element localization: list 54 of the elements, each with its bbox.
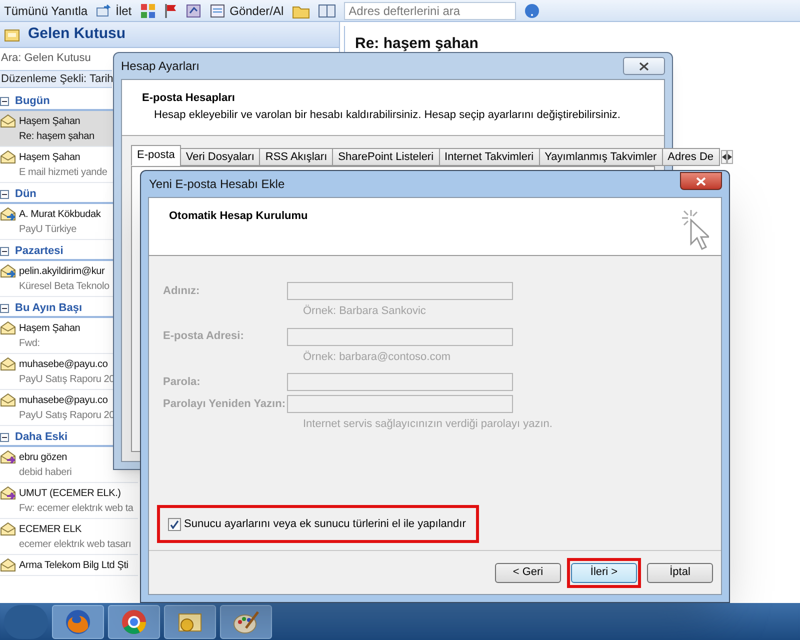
group-title: Daha Eski: [15, 430, 68, 445]
sender-name: Arma Telekom Bilg Ltd Şti: [19, 559, 128, 573]
tab[interactable]: RSS Akışları: [259, 148, 334, 166]
section-description: Hesap ekleyebilir ve varolan bir hesabı kaldırabilirsiniz. Hesap seçip ayarlarını değiştirebilirsiniz.: [153, 108, 622, 122]
mail-item[interactable]: ECEMER ELK ecemer elektrık web tasarı: [0, 519, 138, 555]
tab[interactable]: Internet Takvimleri: [438, 148, 540, 166]
sender-name: muhasebe@payu.co: [19, 394, 109, 408]
sender-name: ebru gözen: [19, 451, 68, 465]
mail-subject: Re: haşem şahan: [19, 130, 94, 144]
field-hint: Örnek: Barbara Sankovic: [302, 304, 427, 319]
toolbar-button[interactable]: Gönder/Al: [210, 2, 284, 20]
group-title: Pazartesi: [15, 244, 64, 259]
tab[interactable]: Yayımlanmış Takvimler: [538, 148, 663, 166]
mail-subject: PayU Türkiye: [19, 223, 78, 237]
mail-subject: ecemer elektrık web tasarı: [19, 538, 132, 552]
mail-subject: debid haberi: [19, 466, 72, 480]
arrange-bar[interactable]: Düzenleme Şekli: Tarih: [0, 70, 112, 88]
mail-subject: Küresel Beta Teknolo: [19, 280, 110, 294]
sender-name: Haşem Şahan: [19, 115, 82, 129]
tab[interactable]: Adres De: [662, 148, 720, 166]
folder-title: Gelen Kutusu: [28, 24, 126, 44]
sender-name: ECEMER ELK: [19, 523, 82, 537]
mail-subject: Fw: ecemer elektrık web ta: [19, 502, 134, 516]
sender-name: UMUT (ECEMER ELK.): [19, 487, 122, 501]
sender-name: pelin.akyildirim@kur: [19, 265, 106, 279]
field-hint: Internet servis sağlayıcınızın verdiği parolayı yazın.: [302, 417, 554, 432]
tab[interactable]: E-posta: [131, 145, 181, 166]
field-label: Adınız:: [163, 284, 201, 299]
group-title: Dün: [15, 186, 36, 202]
message-subject: Re: haşem şahan: [355, 35, 478, 52]
section-heading: E-posta Hesapları: [142, 91, 236, 106]
window-title: Hesap Ayarları: [121, 58, 200, 75]
group-title: Bugün: [15, 94, 50, 109]
tab[interactable]: SharePoint Listeleri: [332, 148, 440, 166]
sender-name: Haşem Şahan: [19, 151, 82, 165]
toolbar-button[interactable]: İlet: [96, 2, 132, 20]
sender-name: Haşem Şahan: [19, 322, 80, 336]
search-field[interactable]: Adres defterlerini ara: [344, 2, 516, 20]
window-title: Yeni E-posta Hesabı Ekle: [148, 176, 285, 193]
mail-item[interactable]: UMUT (ECEMER ELK.) Fw: ecemer elektrık web ta: [0, 483, 138, 519]
tab[interactable]: Veri Dosyaları: [180, 148, 260, 166]
mail-subject: Fwd:: [19, 337, 41, 351]
field-label: Parola:: [163, 374, 202, 390]
mail-subject: E mail hizmeti yande: [19, 166, 108, 180]
field-label: E-posta Adresi:: [163, 329, 245, 344]
field-hint: Örnek: barbara@contoso.com: [302, 350, 452, 364]
sender-name: A. Murat Kökbudak: [19, 208, 101, 222]
section-heading: Otomatik Hesap Kurulumu: [169, 209, 308, 224]
search-field[interactable]: Ara: Gelen Kutusu: [0, 50, 112, 66]
group-title: Bu Ayın Başı: [15, 300, 82, 316]
field-label: Parolayı Yeniden Yazın:: [163, 396, 286, 412]
mail-item[interactable]: Arma Telekom Bilg Ltd Şti: [0, 555, 138, 576]
toolbar-button[interactable]: Tümünü Yanıtla: [4, 2, 88, 20]
sender-name: muhasebe@payu.co: [19, 358, 109, 372]
